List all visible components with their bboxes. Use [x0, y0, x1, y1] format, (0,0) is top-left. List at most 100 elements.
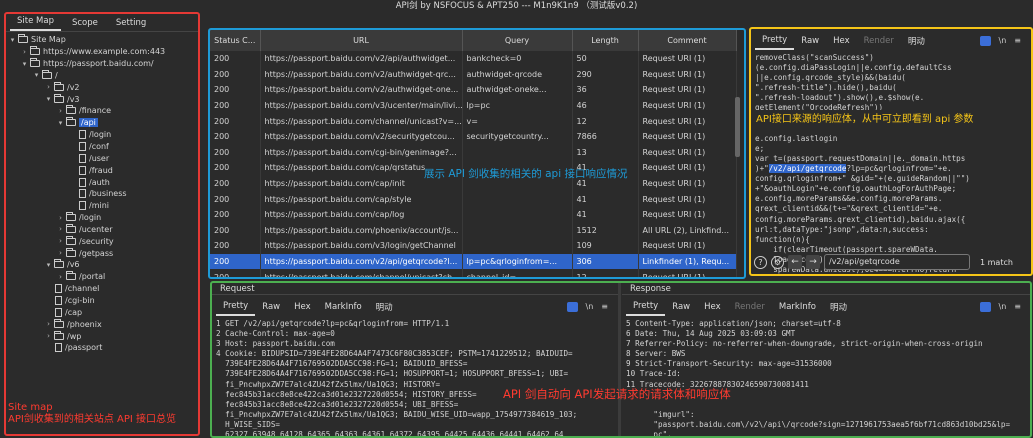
search-input[interactable]: /v2/api/getqrcode [824, 254, 970, 270]
tab-raw[interactable]: Raw [255, 299, 287, 315]
menu-icon[interactable]: ≡ [1014, 302, 1021, 312]
table-row[interactable]: 200 https://passport.baidu.com/v2/authwid… [210, 82, 737, 98]
newline-toggle-icon[interactable]: \n [999, 36, 1007, 46]
table-row[interactable]: 200https://passport.baidu.com/channel/un… [210, 269, 737, 277]
back-arrow-icon[interactable]: ← [788, 255, 802, 269]
menu-icon[interactable]: ≡ [1014, 36, 1021, 46]
tree-node[interactable]: › /phoenix [8, 318, 200, 330]
chevron-down-icon[interactable]: ▾ [32, 71, 41, 79]
tree-node[interactable]: ▾ / [8, 69, 200, 82]
tab-scope[interactable]: Scope [65, 18, 105, 31]
chevron-down-icon[interactable]: ▾ [8, 36, 17, 44]
tree-node[interactable]: › /wp [8, 330, 200, 342]
column-header[interactable]: Status C... [210, 29, 261, 51]
tab-markinfo[interactable]: MarkInfo [772, 299, 823, 315]
tree-node[interactable]: › /portal [8, 271, 200, 283]
tree-node[interactable]: /passport [8, 342, 200, 354]
tree-node[interactable]: /business [8, 188, 200, 200]
table-row[interactable]: 200 https://passport.baidu.com/phoenix/ac… [210, 222, 737, 239]
column-header[interactable]: URL [260, 29, 463, 51]
tab-hex[interactable]: Hex [287, 299, 318, 315]
tab-render[interactable]: Render [857, 33, 901, 49]
tab-setting[interactable]: Setting [109, 18, 153, 31]
newline-toggle-icon[interactable]: \n [999, 302, 1007, 312]
chevron-right-icon[interactable]: › [44, 320, 53, 328]
tab-raw[interactable]: Raw [794, 33, 826, 49]
tree-node[interactable]: /conf [8, 141, 200, 153]
table-row[interactable]: 200 https://passport.baidu.com/v2/api/aut… [210, 51, 737, 67]
chevron-down-icon[interactable]: ▾ [20, 60, 29, 68]
tab-site-map[interactable]: Site Map [10, 16, 61, 31]
tab-hex[interactable]: Hex [697, 299, 728, 315]
tab-pretty[interactable]: Pretty [216, 298, 256, 316]
chevron-right-icon[interactable]: › [56, 273, 65, 281]
chevron-right-icon[interactable]: › [44, 332, 53, 340]
menu-icon[interactable]: ≡ [601, 302, 608, 312]
tree-node[interactable]: ▾ /v3 [8, 93, 200, 105]
tree-node[interactable]: /mini [8, 200, 200, 212]
table-row[interactable]: 200 https://passport.baidu.com/cap/style 4… [210, 191, 737, 207]
tree-node[interactable]: /auth [8, 176, 200, 188]
tree-node[interactable]: /cgi-bin [8, 295, 200, 307]
table-row[interactable]: 200 https://passport.baidu.com/v3/ucenter… [210, 97, 737, 114]
tab-pretty[interactable]: Pretty [626, 298, 666, 316]
tree-node[interactable]: ▾ https://passport.baidu.com/ [8, 58, 200, 70]
forward-arrow-icon[interactable]: → [806, 255, 820, 269]
tree-node[interactable]: /fraud [8, 164, 200, 176]
table-cell: 200 [210, 238, 261, 254]
tab-[interactable]: 明动 [369, 298, 400, 316]
table-row[interactable]: 200 https://passport.baidu.com/v2/api/get… [210, 253, 737, 270]
column-header[interactable]: Length [572, 29, 639, 51]
column-header[interactable]: Comment [638, 29, 737, 51]
column-header[interactable]: Query [462, 29, 573, 51]
code-line: url:t,dataType:"jsonp",data:n,success: [755, 224, 929, 234]
chevron-right-icon[interactable]: › [56, 237, 65, 245]
tree-node[interactable]: › /login [8, 212, 200, 224]
chevron-right-icon[interactable]: › [56, 249, 65, 257]
wrap-toggle-icon[interactable] [979, 36, 991, 46]
table-row[interactable]: 200 https://passport.baidu.com/cgi-bin/ge… [210, 144, 737, 161]
newline-toggle-icon[interactable]: \n [586, 302, 594, 312]
tree-node[interactable]: › /ucenter [8, 223, 200, 236]
table-row[interactable]: 200 https://passport.baidu.com/v3/login/g… [210, 238, 737, 254]
tree-node[interactable]: /user [8, 152, 200, 164]
chevron-right-icon[interactable]: › [56, 214, 65, 222]
tab-markinfo[interactable]: MarkInfo [318, 299, 369, 315]
chevron-down-icon[interactable]: ▾ [44, 261, 53, 269]
tree-node[interactable]: ▾ /api [8, 117, 200, 129]
chevron-down-icon[interactable]: ▾ [44, 95, 53, 103]
tab-[interactable]: 明动 [901, 32, 932, 50]
chevron-right-icon[interactable]: › [56, 107, 65, 115]
chevron-down-icon[interactable]: ▾ [56, 119, 65, 127]
table-row[interactable]: 200 https://passport.baidu.com/v2/securit… [210, 128, 737, 145]
wrap-toggle-icon[interactable] [979, 302, 991, 312]
tab-[interactable]: 明动 [823, 298, 854, 316]
table-cell: https://passport.baidu.com/v2/authwidget… [260, 82, 463, 98]
chevron-right-icon[interactable]: › [20, 48, 29, 56]
tree-node[interactable]: › /security [8, 235, 200, 247]
response-preview-code: removeClass("scanSuccess") (e.config.diaP… [751, 53, 1031, 275]
tree-node[interactable]: › /v2 [8, 81, 200, 93]
table-row[interactable]: 200 https://passport.baidu.com/cap/log 41 R… [210, 206, 737, 223]
tab-raw[interactable]: Raw [665, 299, 697, 315]
tree-node[interactable]: ▾ /v6 [8, 259, 200, 271]
tree-node[interactable]: ▾ Site Map [8, 34, 200, 46]
gear-icon[interactable]: ⚙ [771, 255, 784, 269]
table-row[interactable]: 200https://passport.baidu.com/channel/un… [210, 113, 737, 129]
tree-node[interactable]: /channel [8, 283, 200, 295]
chevron-right-icon[interactable]: › [44, 83, 53, 91]
wrap-toggle-icon[interactable] [566, 302, 578, 312]
tree-node[interactable]: › /finance [8, 105, 200, 117]
split-divider[interactable] [618, 283, 621, 438]
tree-node[interactable]: /login [8, 129, 200, 141]
tab-render[interactable]: Render [728, 299, 772, 315]
tree-node[interactable]: /cap [8, 306, 200, 318]
tab-hex[interactable]: Hex [826, 33, 857, 49]
table-row[interactable]: 200 https://passport.baidu.com/v2/authwid… [210, 66, 737, 83]
chevron-right-icon[interactable]: › [56, 225, 65, 233]
tab-pretty[interactable]: Pretty [755, 32, 795, 50]
help-icon[interactable]: ? [754, 255, 767, 269]
tree-node[interactable]: › https://www.example.com:443 [8, 46, 200, 58]
table-scrollbar[interactable] [735, 97, 740, 157]
tree-node[interactable]: › /getpass [8, 247, 200, 259]
